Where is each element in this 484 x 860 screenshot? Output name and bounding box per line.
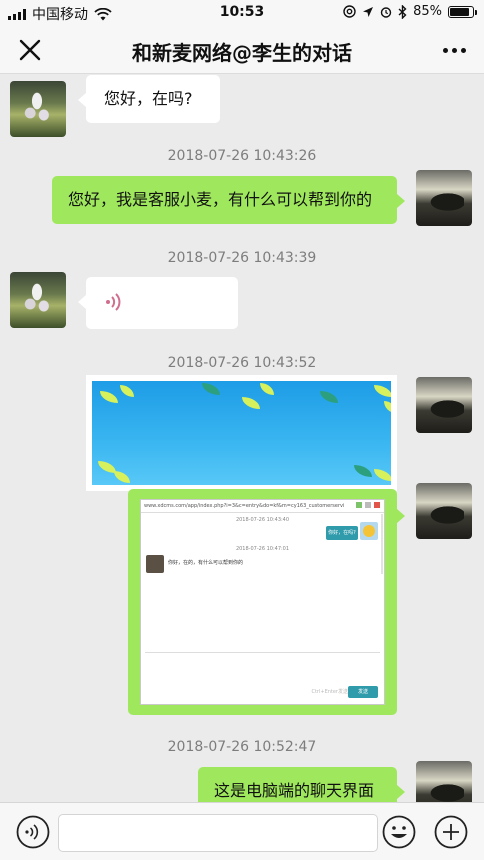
avatar — [360, 522, 378, 540]
timestamp: 2018-07-26 10:47:01 — [235, 546, 290, 552]
message-text: 您好，在吗? — [104, 89, 193, 108]
voice-wave-icon — [106, 293, 121, 311]
battery-percent: 85% — [413, 4, 442, 19]
voice-input-icon[interactable] — [16, 815, 50, 849]
leaf-shape — [320, 391, 338, 403]
chat-area[interactable]: 您好，在吗? 2018-07-26 10:43:26 您好，我是客服小麦，有什么… — [0, 75, 484, 802]
message-bubble[interactable]: 您好，我是客服小麦，有什么可以帮到你的 — [52, 176, 405, 224]
message-bubble: 你好，在的，有什么可以帮到你的 — [168, 560, 244, 566]
message-bubble[interactable]: 这是电脑端的聊天界面 — [198, 767, 405, 802]
divider — [145, 652, 380, 653]
image-message[interactable]: www.xdcms.com/app/index.php?i=3&c=entry&… — [128, 489, 405, 715]
timestamp: 2018-07-26 10:52:47 — [167, 739, 317, 755]
minimize-icon — [356, 502, 362, 508]
desktop-chat-screenshot: www.xdcms.com/app/index.php?i=3&c=entry&… — [140, 499, 385, 705]
leaf-shape — [242, 397, 260, 409]
image-message[interactable] — [86, 375, 397, 491]
banner-image — [92, 381, 391, 485]
battery-fill — [450, 7, 469, 16]
status-bar: 中国移动 10:53 85% — [0, 0, 484, 26]
status-right: 85% — [343, 4, 477, 19]
battery-icon — [448, 5, 477, 18]
maximize-icon — [365, 502, 371, 508]
avatar[interactable] — [10, 81, 66, 137]
timestamp: 2018-07-26 10:43:52 — [167, 355, 317, 371]
bluetooth-icon — [398, 4, 407, 19]
page-title: 和新麦网络@李生的对话 — [132, 41, 352, 65]
leaf-shape — [114, 471, 130, 483]
location-icon — [363, 6, 374, 17]
leaf-shape — [374, 385, 391, 397]
leaf-shape — [384, 401, 391, 413]
leaf-shape — [374, 469, 391, 481]
avatar[interactable] — [416, 483, 472, 539]
emoji-icon[interactable] — [382, 815, 416, 849]
close-icon — [374, 502, 380, 508]
timestamp: 2018-07-26 10:43:39 — [167, 250, 317, 266]
message-input[interactable] — [58, 814, 378, 852]
scrollbar — [381, 514, 383, 574]
input-toolbar — [0, 802, 484, 860]
timestamp: 2018-07-26 10:43:40 — [235, 517, 290, 523]
screenshot-url: www.xdcms.com/app/index.php?i=3&c=entry&… — [144, 503, 344, 509]
plus-icon[interactable] — [434, 815, 468, 849]
timestamp: 2018-07-26 10:43:26 — [167, 148, 317, 164]
voice-message-bubble[interactable] — [78, 277, 238, 329]
more-icon[interactable] — [438, 34, 470, 66]
avatar[interactable] — [10, 272, 66, 328]
message-bubble[interactable]: 您好，在吗? — [78, 75, 220, 123]
leaf-shape — [100, 391, 118, 403]
nav-bar: 和新麦网络@李生的对话 — [0, 26, 484, 74]
send-button: 发送 — [348, 686, 378, 698]
leaf-shape — [202, 383, 220, 395]
at-icon — [343, 5, 356, 18]
close-icon[interactable] — [14, 34, 46, 66]
divider — [141, 512, 384, 513]
message-text: 这是电脑端的聊天界面 — [214, 781, 375, 800]
avatar[interactable] — [416, 377, 472, 433]
leaf-shape — [260, 383, 274, 395]
avatar[interactable] — [416, 170, 472, 226]
message-bubble: 你好，在吗? — [326, 526, 358, 540]
leaf-shape — [354, 465, 372, 477]
leaf-shape — [120, 385, 134, 397]
message-text: 您好，我是客服小麦，有什么可以帮到你的 — [68, 190, 373, 209]
window-controls — [356, 502, 380, 508]
avatar — [146, 555, 164, 573]
send-hint: Ctrl+Enter发送 — [311, 689, 348, 695]
alarm-icon — [380, 6, 392, 18]
avatar[interactable] — [416, 761, 472, 802]
